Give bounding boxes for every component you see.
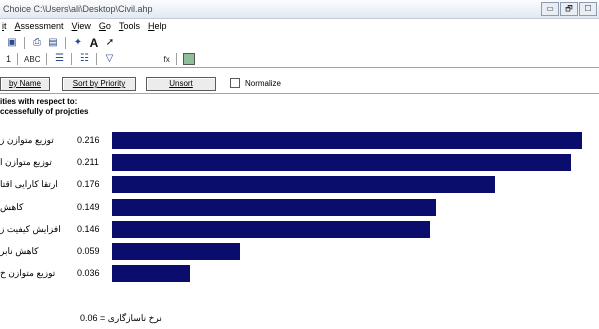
- goal-name: ccessefully of projcties: [0, 107, 89, 116]
- normalize-label: Normalize: [245, 78, 282, 88]
- alternative-label: توزیع متوازن خ: [0, 268, 56, 278]
- toolbar-separator: [96, 53, 98, 65]
- column-chart-icon[interactable]: ☷: [78, 53, 90, 65]
- toolbar-primary: ▣ ⎙ ▤ ✦ A ➚: [0, 34, 599, 51]
- level-number[interactable]: 1: [6, 54, 11, 64]
- priority-bar: [112, 132, 582, 149]
- menu-bar: it Assessment View Go Tools Help: [0, 19, 599, 33]
- toolbar-separator: [65, 36, 66, 49]
- window-title: Choice C:\Users\ali\Desktop\Civil.ahp: [3, 4, 153, 14]
- save-icon[interactable]: ▣: [6, 37, 18, 49]
- alternative-label: ارتقا کارایی اقتا: [0, 179, 58, 189]
- toolbar-separator: [17, 53, 19, 65]
- title-bar: Choice C:\Users\ali\Desktop\Civil.ahp ▭ …: [0, 0, 599, 19]
- priority-value: 0.059: [77, 246, 100, 256]
- menu-help[interactable]: Help: [148, 19, 167, 33]
- toolbar-separator: [71, 53, 73, 65]
- alternative-label: کاهش: [0, 202, 24, 212]
- abc-button[interactable]: ABC: [24, 55, 40, 64]
- normalize-checkbox[interactable]: [230, 78, 240, 88]
- toolbar-separator: [175, 53, 177, 65]
- priority-bar: [112, 154, 571, 171]
- priority-value: 0.211: [77, 157, 99, 167]
- priorities-heading: ities with respect to:: [0, 97, 78, 106]
- alternative-label: توزیع متوازن ا: [0, 157, 52, 167]
- priority-value: 0.176: [77, 179, 100, 189]
- sort-by-priority-button[interactable]: Sort by Priority: [62, 77, 136, 91]
- toolbar-separator: [24, 36, 25, 49]
- priority-bar: [112, 265, 190, 282]
- priority-bar: [112, 199, 436, 216]
- priority-value: 0.216: [77, 135, 100, 145]
- print-icon[interactable]: ⎙: [31, 37, 43, 49]
- window-controls: ▭ 🗗 ☐: [541, 2, 597, 16]
- menu-assessment[interactable]: Assessment: [15, 19, 64, 33]
- priority-bar: [112, 221, 430, 238]
- color-icon[interactable]: [182, 53, 195, 65]
- menu-view[interactable]: View: [72, 19, 91, 33]
- font-icon[interactable]: A: [88, 37, 100, 49]
- priority-value: 0.146: [77, 224, 100, 234]
- unsort-button[interactable]: Unsort: [146, 77, 216, 91]
- normalize-control[interactable]: Normalize: [230, 78, 281, 88]
- pointer-icon[interactable]: ➚: [104, 37, 116, 49]
- inconsistency-ratio: نرخ ناسازگاری = 0.06: [80, 313, 162, 323]
- sort-by-name-button[interactable]: by Name: [0, 77, 50, 91]
- toolbar-separator: [46, 53, 48, 65]
- formula-button[interactable]: fx: [163, 55, 169, 64]
- properties-icon[interactable]: ✦: [72, 37, 84, 49]
- menu-go[interactable]: Go: [99, 19, 111, 33]
- menu-tools[interactable]: Tools: [119, 19, 140, 33]
- close-icon[interactable]: ☐: [579, 2, 597, 16]
- print-preview-icon[interactable]: ▤: [47, 37, 59, 49]
- priority-bar: [112, 176, 495, 193]
- priority-value: 0.036: [77, 268, 100, 278]
- priority-bar: [112, 243, 240, 260]
- priority-value: 0.149: [77, 202, 100, 212]
- alternative-label: افزایش کیفیت ز: [0, 224, 61, 234]
- sort-toolbar: by Name Sort by Priority Unsort Normaliz…: [0, 73, 599, 94]
- minimize-icon[interactable]: ▭: [541, 2, 559, 16]
- sensitivity-icon[interactable]: ▽: [103, 53, 115, 65]
- bar-chart-icon[interactable]: ☰: [53, 53, 65, 65]
- alternative-label: توزیع متوازن ز: [0, 135, 54, 145]
- toolbar-secondary: 1 ABC ☰ ☷ ▽ fx: [0, 51, 599, 68]
- restore-icon[interactable]: 🗗: [560, 2, 578, 16]
- alternative-label: کاهش نابر: [0, 246, 39, 256]
- menu-edit[interactable]: it: [2, 19, 7, 33]
